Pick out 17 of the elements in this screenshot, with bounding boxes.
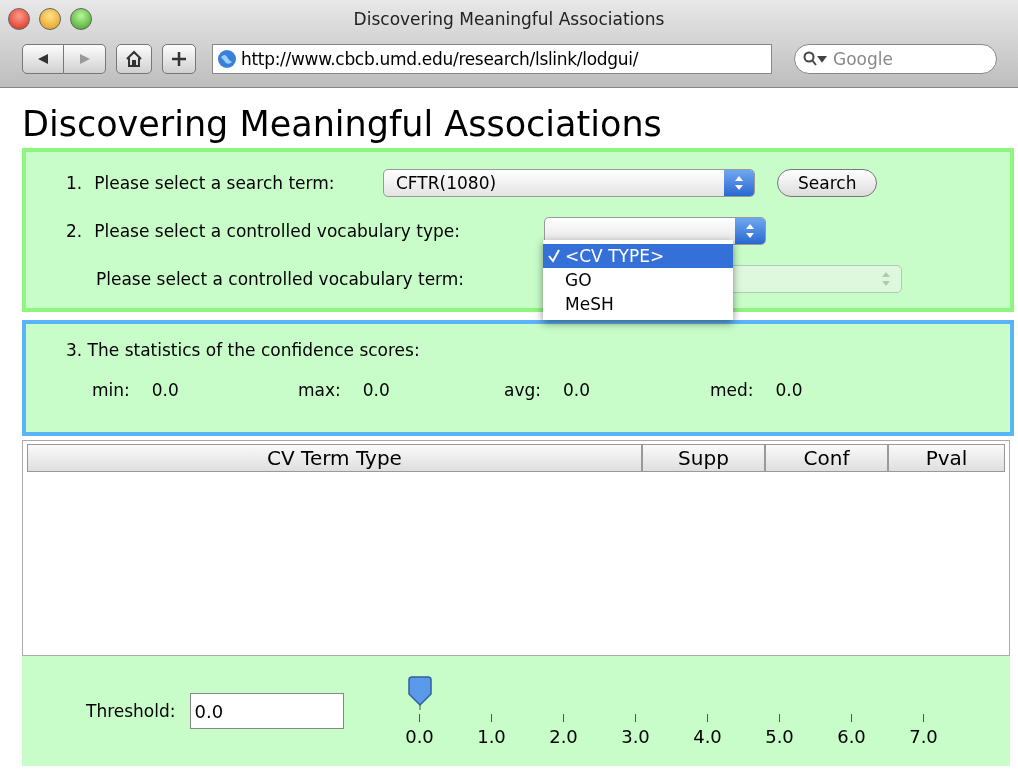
step-number: 2. xyxy=(66,221,83,241)
stat-value: 0.0 xyxy=(775,380,803,400)
stat-label: min: xyxy=(92,380,130,400)
stat-label: med: xyxy=(710,380,754,400)
field-label: Please select a controlled vocabulary type: xyxy=(94,221,460,241)
field-label: Please select a controlled vocabulary term: xyxy=(96,269,465,289)
stat-value: 0.0 xyxy=(563,380,591,400)
field-label: Please select a search term: xyxy=(94,173,335,193)
field-label: Threshold: xyxy=(86,701,176,721)
stat-label: avg: xyxy=(504,380,541,400)
stat-value: 0.0 xyxy=(362,380,390,400)
stat-value: 0.0 xyxy=(151,380,179,400)
section-title: 3. The statistics of the confidence scores: xyxy=(66,340,421,360)
page-heading: Discovering Meaningful Associations xyxy=(22,104,663,144)
stat-label: max: xyxy=(298,380,341,400)
window-title: Discovering Meaningful Associations xyxy=(353,9,665,29)
step-number: 1. xyxy=(66,173,83,193)
